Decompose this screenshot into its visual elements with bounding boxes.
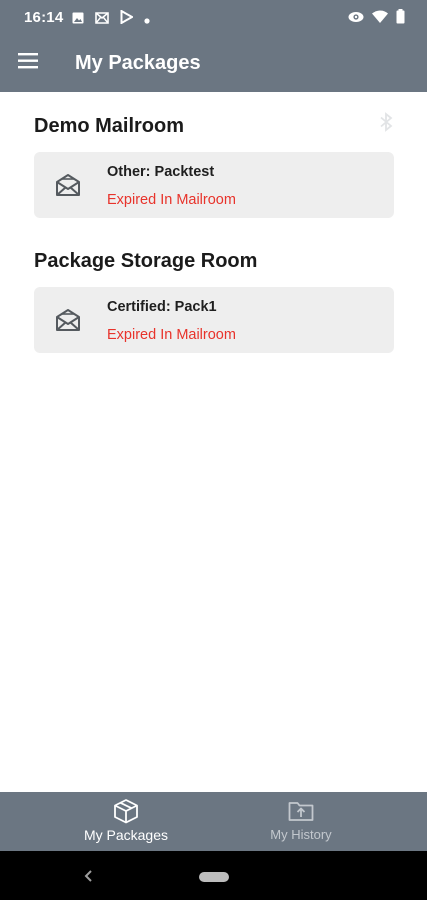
- mail-icon: [95, 11, 109, 29]
- status-time: 16:14: [24, 9, 64, 26]
- nav-label-my-packages: My Packages: [83, 827, 169, 843]
- folder-upload-icon: [288, 802, 314, 821]
- system-nav-bar: [0, 851, 427, 900]
- eye-icon: [348, 10, 364, 28]
- menu-button[interactable]: [18, 52, 42, 74]
- page-title: My Packages: [75, 52, 201, 74]
- notification-dot-icon: [144, 11, 150, 29]
- nav-my-packages[interactable]: My Packages: [51, 792, 201, 851]
- back-button[interactable]: [80, 867, 96, 885]
- package-status: Expired In Mailroom: [107, 192, 236, 208]
- image-icon: [72, 11, 84, 29]
- envelope-open-icon: [56, 309, 80, 331]
- package-title: Other: Packtest: [107, 164, 215, 180]
- home-button[interactable]: [199, 872, 229, 882]
- back-chevron-icon: [84, 870, 92, 882]
- packages-list: Demo Mailroom Other: Packtest Expired In…: [0, 92, 427, 792]
- nav-my-history[interactable]: My History: [226, 792, 376, 851]
- package-card[interactable]: Other: Packtest Expired In Mailroom: [34, 152, 394, 218]
- wifi-icon: [372, 10, 388, 28]
- status-left-icons: [72, 9, 150, 29]
- menu-icon: [18, 53, 38, 69]
- envelope-open-icon: [56, 174, 80, 196]
- package-card[interactable]: Certified: Pack1 Expired In Mailroom: [34, 287, 394, 353]
- package-title: Certified: Pack1: [107, 299, 217, 315]
- package-box-icon: [114, 799, 138, 824]
- app-bar: My Packages: [0, 35, 427, 92]
- play-store-icon: [120, 9, 135, 29]
- status-bar: 16:14: [0, 0, 427, 35]
- battery-icon: [396, 9, 405, 29]
- status-right-icons: [348, 9, 405, 29]
- bluetooth-icon: [380, 112, 393, 132]
- nav-label-my-history: My History: [270, 827, 332, 842]
- section-title-package-storage-room: Package Storage Room: [34, 250, 258, 272]
- section-title-demo-mailroom: Demo Mailroom: [34, 115, 185, 137]
- package-status: Expired In Mailroom: [107, 327, 236, 343]
- bottom-nav: My Packages My History: [0, 792, 427, 851]
